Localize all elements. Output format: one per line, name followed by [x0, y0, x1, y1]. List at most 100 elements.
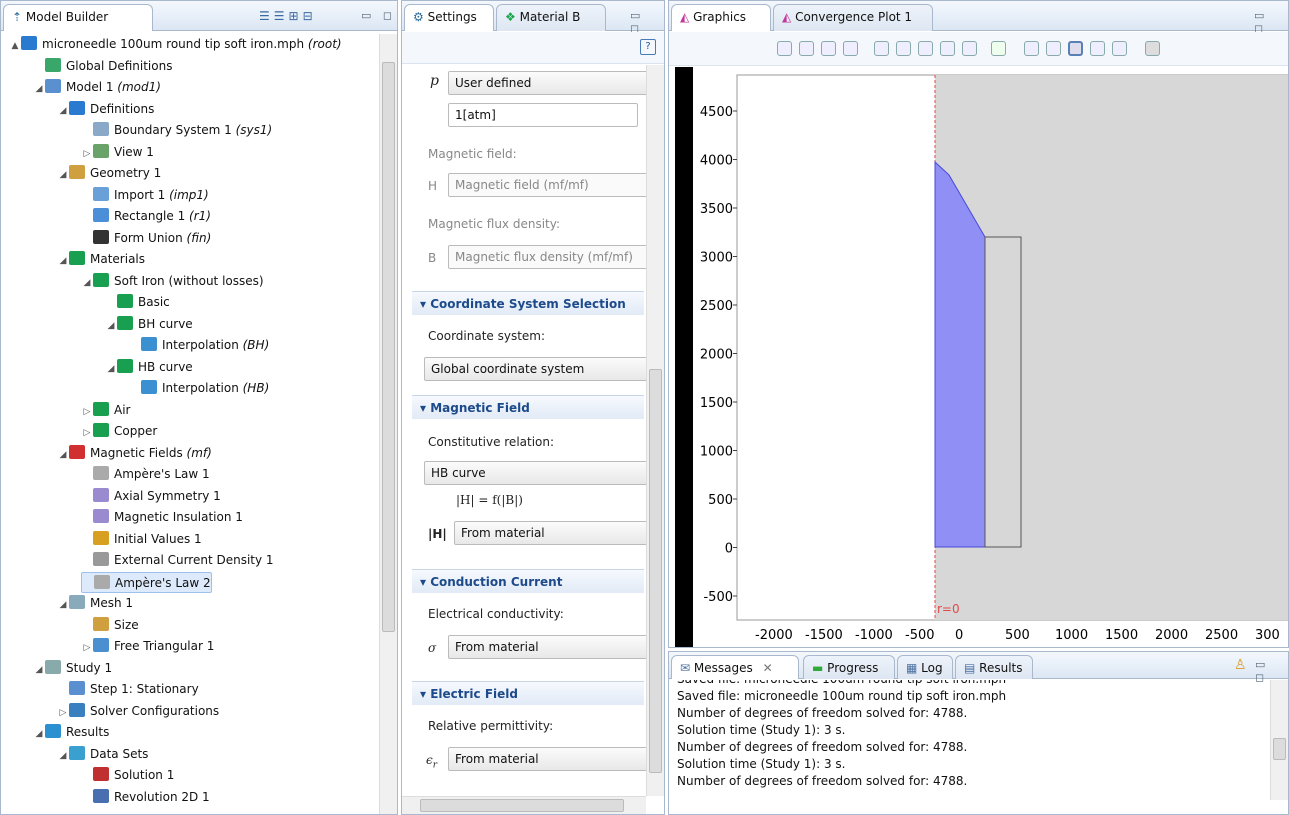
show-icon[interactable]: ⊞: [289, 9, 303, 23]
select-boundaries-icon[interactable]: [1046, 41, 1061, 56]
tree-item[interactable]: Revolution 2D 1: [81, 787, 210, 808]
expand-arrow-icon[interactable]: ◢: [105, 359, 117, 380]
expand-arrow-icon[interactable]: ◢: [57, 165, 69, 186]
tab-model-builder[interactable]: ⇡ Model Builder: [3, 4, 153, 31]
tab-progress[interactable]: ▬ Progress: [803, 655, 895, 679]
settings-hscrollbar[interactable]: [402, 796, 646, 814]
expand-arrow-icon[interactable]: ◢: [33, 79, 45, 100]
tree-item[interactable]: ▷ Free Triangular 1: [81, 636, 214, 657]
tree-item[interactable]: ▷ Copper: [81, 421, 157, 442]
tree-item[interactable]: ◢ Materials: [57, 249, 145, 270]
tree-item[interactable]: ◢ Study 1: [33, 658, 112, 679]
help-icon[interactable]: ?: [640, 39, 656, 55]
tree-item[interactable]: ◢ Soft Iron (without losses): [81, 271, 264, 292]
tree-item[interactable]: External Current Density 1: [81, 550, 274, 571]
clear-messages-icon[interactable]: ♙: [1234, 657, 1247, 673]
zoom-out-icon[interactable]: [896, 41, 911, 56]
tab-convergence-plot[interactable]: ◭ Convergence Plot 1: [773, 4, 933, 31]
expand-arrow-icon[interactable]: ◢: [57, 101, 69, 122]
expand-arrow-icon[interactable]: ◢: [57, 251, 69, 272]
tree-item[interactable]: ◢ BH curve: [105, 314, 193, 335]
tree-item[interactable]: Interpolation (BH): [129, 335, 269, 356]
expand-arrow-icon[interactable]: ◢: [33, 724, 45, 745]
magnetic-flux-density-input[interactable]: Magnetic flux density (mf/mf): [448, 245, 646, 269]
tree-item[interactable]: ◢ Magnetic Fields (mf): [57, 443, 212, 464]
settings-scrollbar-thumb[interactable]: [649, 369, 662, 773]
select-icon[interactable]: [843, 41, 858, 56]
tree-item[interactable]: Initial Values 1: [81, 529, 202, 550]
pressure-select[interactable]: User defined: [448, 71, 646, 95]
magnetic-field-input[interactable]: Magnetic field (mf/mf): [448, 173, 646, 197]
invert-selection-icon[interactable]: [1112, 41, 1127, 56]
expand-arrow-icon[interactable]: ▷: [81, 638, 93, 659]
section-conduction-current[interactable]: ▾ Conduction Current: [412, 569, 644, 593]
messages-scrollbar[interactable]: [1270, 680, 1288, 800]
tree-item[interactable]: Size: [81, 615, 139, 636]
expand-arrow-icon[interactable]: ▷: [81, 144, 93, 165]
tree-item[interactable]: ◢ Definitions: [57, 99, 154, 120]
constitutive-relation-select[interactable]: HB curve: [424, 461, 646, 485]
tree-item[interactable]: ◢ Results: [33, 722, 109, 743]
tree-item[interactable]: ▷ Air: [81, 400, 130, 421]
tab-settings[interactable]: ⚙ Settings: [404, 4, 494, 31]
coordinate-system-select[interactable]: Global coordinate system: [424, 357, 646, 381]
tree-item[interactable]: Import 1 (imp1): [81, 185, 209, 206]
messages-scrollbar-thumb[interactable]: [1273, 738, 1286, 760]
tree-item[interactable]: Global Definitions: [33, 56, 172, 77]
show-geometry-icon[interactable]: [799, 41, 814, 56]
tree-item[interactable]: Interpolation (HB): [129, 378, 269, 399]
coil-rectangle[interactable]: [984, 236, 1022, 548]
expand-arrow-icon[interactable]: ◢: [33, 660, 45, 681]
tree-scrollbar[interactable]: [379, 34, 397, 814]
zoom-selection-icon[interactable]: [940, 41, 955, 56]
tree-item[interactable]: Step 1: Stationary: [57, 679, 199, 700]
rotate-icon[interactable]: [821, 41, 836, 56]
expand-arrow-icon[interactable]: ◢: [57, 595, 69, 616]
expand-arrow-icon[interactable]: ◢: [57, 445, 69, 466]
tree-item[interactable]: ◢ Model 1 (mod1): [33, 77, 161, 98]
expand-arrow-icon[interactable]: ▲: [9, 36, 21, 57]
tree-item[interactable]: ◢ Data Sets: [57, 744, 148, 765]
tree-item[interactable]: ◢ HB curve: [105, 357, 193, 378]
graphics-canvas[interactable]: r=0 4500 4000 3500 3000 2500 2000 1500 1000 500 0…: [675, 67, 1288, 647]
tree-item[interactable]: ▲ microneedle 100um round tip soft iron.m…: [9, 34, 342, 55]
tree-item[interactable]: Basic: [105, 292, 170, 313]
select-all-icon[interactable]: [1068, 41, 1083, 56]
expand-arrow-icon[interactable]: ▷: [81, 423, 93, 444]
collapse-all-icon[interactable]: ☰: [274, 9, 289, 23]
axis-icon[interactable]: [991, 41, 1006, 56]
expand-arrow-icon[interactable]: ◢: [81, 273, 93, 294]
expand-arrow-icon[interactable]: ▷: [57, 703, 69, 724]
h-magnitude-select[interactable]: From material: [454, 521, 646, 545]
expand-arrow-icon[interactable]: ◢: [57, 746, 69, 767]
hide-icon[interactable]: ⊟: [303, 9, 317, 23]
deselect-icon[interactable]: [1090, 41, 1105, 56]
close-icon[interactable]: ✕: [763, 661, 773, 675]
expand-arrow-icon[interactable]: ▷: [81, 402, 93, 423]
zoom-extents-icon[interactable]: [962, 41, 977, 56]
hide-geometry-icon[interactable]: [777, 41, 792, 56]
tab-log[interactable]: ▦ Log: [897, 655, 953, 679]
tree-item[interactable]: Form Union (fin): [81, 228, 211, 249]
section-electric-field[interactable]: ▾ Electric Field: [412, 681, 644, 705]
camera-icon[interactable]: [1145, 41, 1160, 56]
tree-item[interactable]: ▷ Solver Configurations: [57, 701, 219, 722]
settings-hscrollbar-thumb[interactable]: [420, 799, 624, 812]
tab-graphics[interactable]: ◭ Graphics: [671, 4, 771, 31]
zoom-box-icon[interactable]: [918, 41, 933, 56]
tree-item[interactable]: Axial Symmetry 1: [81, 486, 221, 507]
electrical-conductivity-select[interactable]: From material: [448, 635, 646, 659]
zoom-in-icon[interactable]: [874, 41, 889, 56]
section-coordinate-system[interactable]: ▾ Coordinate System Selection: [412, 291, 644, 315]
expand-arrow-icon[interactable]: ◢: [105, 316, 117, 337]
tree-item[interactable]: ◢ Mesh 1: [57, 593, 133, 614]
section-magnetic-field[interactable]: ▾ Magnetic Field: [412, 395, 644, 419]
pressure-input[interactable]: 1[atm]: [448, 103, 638, 127]
tab-messages[interactable]: ✉ Messages ✕: [671, 655, 799, 679]
geometry-plot[interactable]: r=0 450040003500300025002000150010005000…: [693, 67, 1289, 648]
tree-item[interactable]: Ampère's Law 1: [81, 464, 210, 485]
window-controls[interactable]: ▭ ◻: [361, 9, 396, 22]
settings-scrollbar[interactable]: [646, 65, 664, 796]
tab-material-browser[interactable]: ❖ Material B: [496, 4, 606, 31]
tree-item[interactable]: Magnetic Insulation 1: [81, 507, 243, 528]
